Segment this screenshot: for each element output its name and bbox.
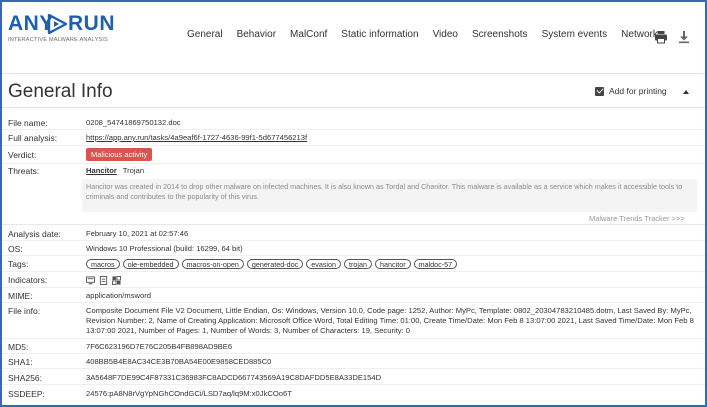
- threat-description: Hancitor was created in 2014 to drop oth…: [82, 179, 697, 212]
- nav-screenshots[interactable]: Screenshots: [472, 29, 528, 40]
- label-os: OS:: [8, 244, 23, 254]
- value-sha1: 408BB5B4E8AC34CE3B70BA54E00E9858CED885C0: [86, 357, 272, 366]
- main-nav: General Behavior MalConf Static informat…: [187, 29, 672, 40]
- divider: [2, 368, 705, 369]
- nav-behavior[interactable]: Behavior: [237, 29, 276, 40]
- nav-malconf[interactable]: MalConf: [290, 29, 327, 40]
- tag-maldoc-57[interactable]: maldoc-57: [413, 259, 458, 269]
- value-sha256: 3A5648F7DE99C4F87331C36983FC8ADCD6677435…: [86, 373, 382, 382]
- anyrun-logo[interactable]: ANY RUN INTERACTIVE MALWARE ANALYSIS: [8, 12, 128, 52]
- page-title: General Info: [8, 81, 113, 102]
- full-analysis-value: https://app.any.run/tasks/4a9eaf6f-1727-…: [86, 133, 695, 142]
- divider: [2, 240, 705, 241]
- tag-generated-doc[interactable]: generated-doc: [246, 259, 304, 269]
- app-window: ANY RUN INTERACTIVE MALWARE ANALYSIS Gen…: [0, 0, 707, 407]
- divider: [2, 129, 705, 130]
- tag-macros[interactable]: macros: [86, 259, 120, 269]
- threat-trojan: Trojan: [122, 166, 145, 175]
- divider: [2, 271, 705, 272]
- tag-macros-on-open[interactable]: macros-on-open: [181, 259, 244, 269]
- label-sha1: SHA1:: [8, 357, 33, 367]
- tag-evasion[interactable]: evasion: [306, 259, 342, 269]
- threat-hancitor-link[interactable]: Hancitor: [86, 166, 117, 175]
- divider: [2, 302, 705, 303]
- logo-run-text: RUN: [68, 12, 115, 35]
- nav-network[interactable]: Network: [621, 29, 658, 40]
- threats-value: Hancitor Trojan: [86, 166, 695, 175]
- divider: [2, 353, 705, 354]
- tag-trojan[interactable]: trojan: [344, 259, 373, 269]
- label-md5: MD5:: [8, 342, 29, 352]
- tag-ole-embedded[interactable]: ole-embedded: [122, 259, 179, 269]
- malware-trends-tracker-link[interactable]: Malware Trends Tracker >>>: [589, 214, 685, 223]
- download-icon[interactable]: [677, 30, 691, 44]
- divider: [2, 384, 705, 385]
- label-file-name: File name:: [8, 118, 48, 128]
- logo-subtitle: INTERACTIVE MALWARE ANALYSIS: [8, 37, 108, 43]
- play-icon: [47, 14, 67, 34]
- network-indicator-icon[interactable]: [112, 275, 122, 285]
- value-os: Windows 10 Professional (build: 16299, 6…: [86, 244, 243, 253]
- document-indicator-icon[interactable]: [99, 275, 108, 285]
- label-file-info: File info:: [8, 306, 41, 316]
- divider: [2, 338, 705, 339]
- label-mime: MIME:: [8, 291, 33, 301]
- label-verdict: Verdict:: [8, 150, 37, 160]
- screen-indicator-icon[interactable]: [86, 275, 95, 285]
- add-for-printing-toggle[interactable]: Add for printing: [595, 86, 667, 96]
- verdict-value: Malicious activity: [86, 148, 695, 161]
- divider: [2, 145, 705, 146]
- top-header: ANY RUN INTERACTIVE MALWARE ANALYSIS Gen…: [2, 2, 705, 74]
- label-ssdeep: SSDEEP:: [8, 389, 45, 399]
- value-file-info: Composite Document File V2 Document, Lit…: [86, 306, 694, 335]
- nav-static-information[interactable]: Static information: [341, 29, 418, 40]
- printer-icon[interactable]: [654, 30, 668, 44]
- value-ssdeep: 24576:pA8N8rVgYpNGhCOndGCi/LSD7aq/lq9M:x…: [86, 389, 292, 398]
- value-file-name: 0208_54741869750132.doc: [86, 118, 181, 127]
- label-tags: Tags:: [8, 259, 29, 269]
- indicator-icons: [86, 275, 695, 285]
- general-info-bar: General Info Add for printing: [2, 76, 705, 108]
- divider: [2, 287, 705, 288]
- divider: [2, 255, 705, 256]
- label-threats: Threats:: [8, 166, 40, 176]
- tag-hancitor[interactable]: hancitor: [375, 259, 411, 269]
- divider: [2, 163, 705, 164]
- nav-general[interactable]: General: [187, 29, 223, 40]
- value-analysis-date: February 10, 2021 at 02:57:46: [86, 229, 189, 238]
- tag-list: macros ole-embedded macros-on-open gener…: [86, 259, 695, 269]
- label-indicators: Indicators:: [8, 275, 48, 285]
- add-for-printing-label: Add for printing: [609, 86, 667, 96]
- value-md5: 7F6C623196D7E76C205B4FB898AD9BE6: [86, 342, 233, 351]
- verdict-badge: Malicious activity: [86, 148, 153, 161]
- nav-video[interactable]: Video: [433, 29, 458, 40]
- checkbox-checked-icon[interactable]: [595, 86, 604, 96]
- nav-system-events[interactable]: System events: [542, 29, 608, 40]
- chevron-up-icon[interactable]: [683, 90, 689, 94]
- label-full-analysis: Full analysis:: [8, 133, 58, 143]
- divider: [2, 224, 705, 225]
- label-analysis-date: Analysis date:: [8, 229, 61, 239]
- label-sha256: SHA256:: [8, 373, 43, 383]
- full-analysis-link[interactable]: https://app.any.run/tasks/4a9eaf6f-1727-…: [86, 133, 307, 142]
- value-mime: application/msword: [86, 291, 151, 300]
